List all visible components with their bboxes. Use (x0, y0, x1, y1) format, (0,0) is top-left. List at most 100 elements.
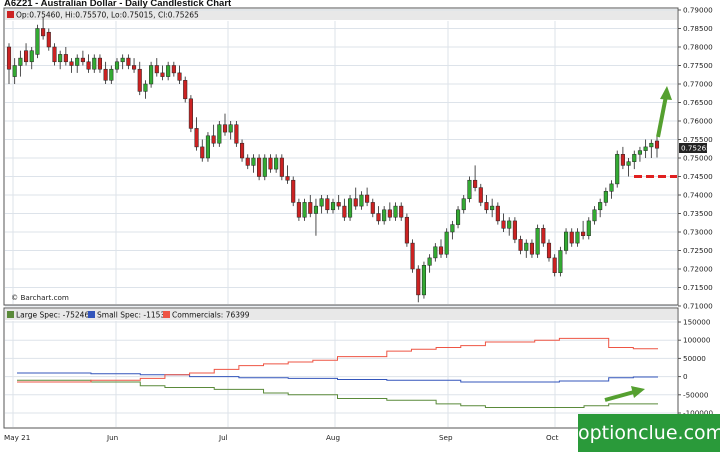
candle-body (359, 194, 364, 207)
candle-body (52, 46, 57, 63)
x-tick-label: Jul (218, 433, 228, 442)
candle-body (58, 54, 63, 63)
legend-small: Small Spec: -1153 (97, 311, 165, 320)
candle-body (404, 216, 409, 244)
candle-body (353, 198, 358, 207)
candle-body (438, 246, 444, 255)
candle-body (410, 242, 415, 270)
candle-body (348, 198, 353, 218)
candle-body (382, 209, 387, 222)
candle (234, 121, 239, 147)
candle-body (512, 220, 517, 240)
candle-body (319, 198, 324, 207)
price-tick-label: 0.74000 (683, 191, 713, 200)
candle-body (336, 202, 341, 207)
legend-comm: Commercials: 76399 (172, 311, 250, 320)
candle-body (524, 242, 529, 251)
price-tick-label: 0.72000 (683, 265, 713, 274)
candle-body (478, 187, 483, 203)
candle-body (302, 202, 307, 218)
ohlc-swatch (7, 11, 14, 18)
candle-body (558, 250, 563, 273)
watermark-text: optionclue.com (578, 422, 720, 444)
price-tick-label: 0.77000 (683, 80, 713, 89)
candle (512, 217, 517, 244)
candle-body (268, 157, 273, 170)
candle-body (632, 154, 637, 162)
candle-body (387, 209, 392, 218)
cot-tick-label: 100000 (683, 336, 711, 345)
candle-body (461, 198, 466, 211)
candle (217, 121, 222, 147)
candle-body (291, 179, 296, 203)
candle-body (529, 242, 534, 255)
candle-body (228, 124, 233, 133)
candle-body (330, 202, 336, 211)
candle-body (308, 202, 313, 214)
legend-small-swatch (88, 311, 95, 318)
candle-body (370, 202, 375, 214)
price-tick-label: 0.76500 (683, 98, 713, 107)
candle-body (416, 268, 421, 296)
candle-body (564, 231, 569, 251)
chart-title: A6Z21 - Australian Dollar - Daily Candle… (4, 0, 232, 9)
cot-tick-label: -50000 (683, 390, 709, 399)
candle-body (575, 231, 580, 244)
candle-body (69, 61, 74, 66)
price-tick-label: 0.78000 (683, 43, 713, 52)
candle-body (251, 157, 256, 166)
candle (35, 24, 40, 59)
candle-body (63, 54, 68, 63)
candle-body (149, 65, 154, 85)
candle-body (654, 140, 660, 149)
candle (404, 213, 409, 247)
candle (615, 150, 620, 188)
candle-body (18, 57, 23, 66)
candle-body (92, 57, 97, 70)
candle-body (450, 224, 455, 233)
candle-body (620, 154, 625, 166)
candle-body (75, 57, 80, 66)
candle-body (615, 154, 620, 185)
candle-body (240, 142, 245, 159)
price-tick-label: 0.71500 (683, 283, 713, 292)
candle-body (183, 80, 188, 100)
candle-body (649, 142, 654, 148)
candle-body (222, 124, 228, 133)
candle-body (137, 68, 142, 92)
candle-body (132, 65, 137, 70)
candle-body (501, 220, 506, 229)
x-tick-label: May 21 (4, 433, 30, 442)
candle-body (507, 220, 512, 229)
candle-body (143, 83, 148, 92)
candle-body (427, 257, 432, 266)
price-panel (3, 7, 679, 306)
candle-body (518, 239, 523, 251)
chart: A6Z21 - Australian Dollar - Daily Candle… (3, 0, 713, 442)
x-tick-label: Sep (439, 433, 453, 442)
candle-body (626, 161, 631, 166)
candle-body (103, 68, 108, 81)
candle-body (97, 57, 102, 70)
candle-body (393, 205, 398, 218)
price-tick-label: 0.75000 (683, 154, 713, 163)
candle-body (194, 128, 199, 148)
candle (149, 61, 154, 88)
candle-body (120, 57, 125, 63)
candle-body (609, 183, 614, 192)
candle-body (211, 135, 216, 144)
candle-body (376, 213, 381, 222)
candle-body (217, 124, 222, 144)
candle-body (262, 157, 267, 177)
candle-body (35, 28, 40, 55)
candle-body (200, 146, 205, 159)
candle-body (433, 246, 438, 259)
candle-body (473, 179, 478, 188)
candle-body (586, 220, 591, 236)
candle-body (80, 57, 85, 63)
cot-panel (3, 307, 679, 429)
candle-body (205, 135, 210, 159)
price-tick-label: 0.77500 (683, 61, 713, 70)
candle-body (637, 150, 642, 155)
candle-body (154, 65, 159, 74)
